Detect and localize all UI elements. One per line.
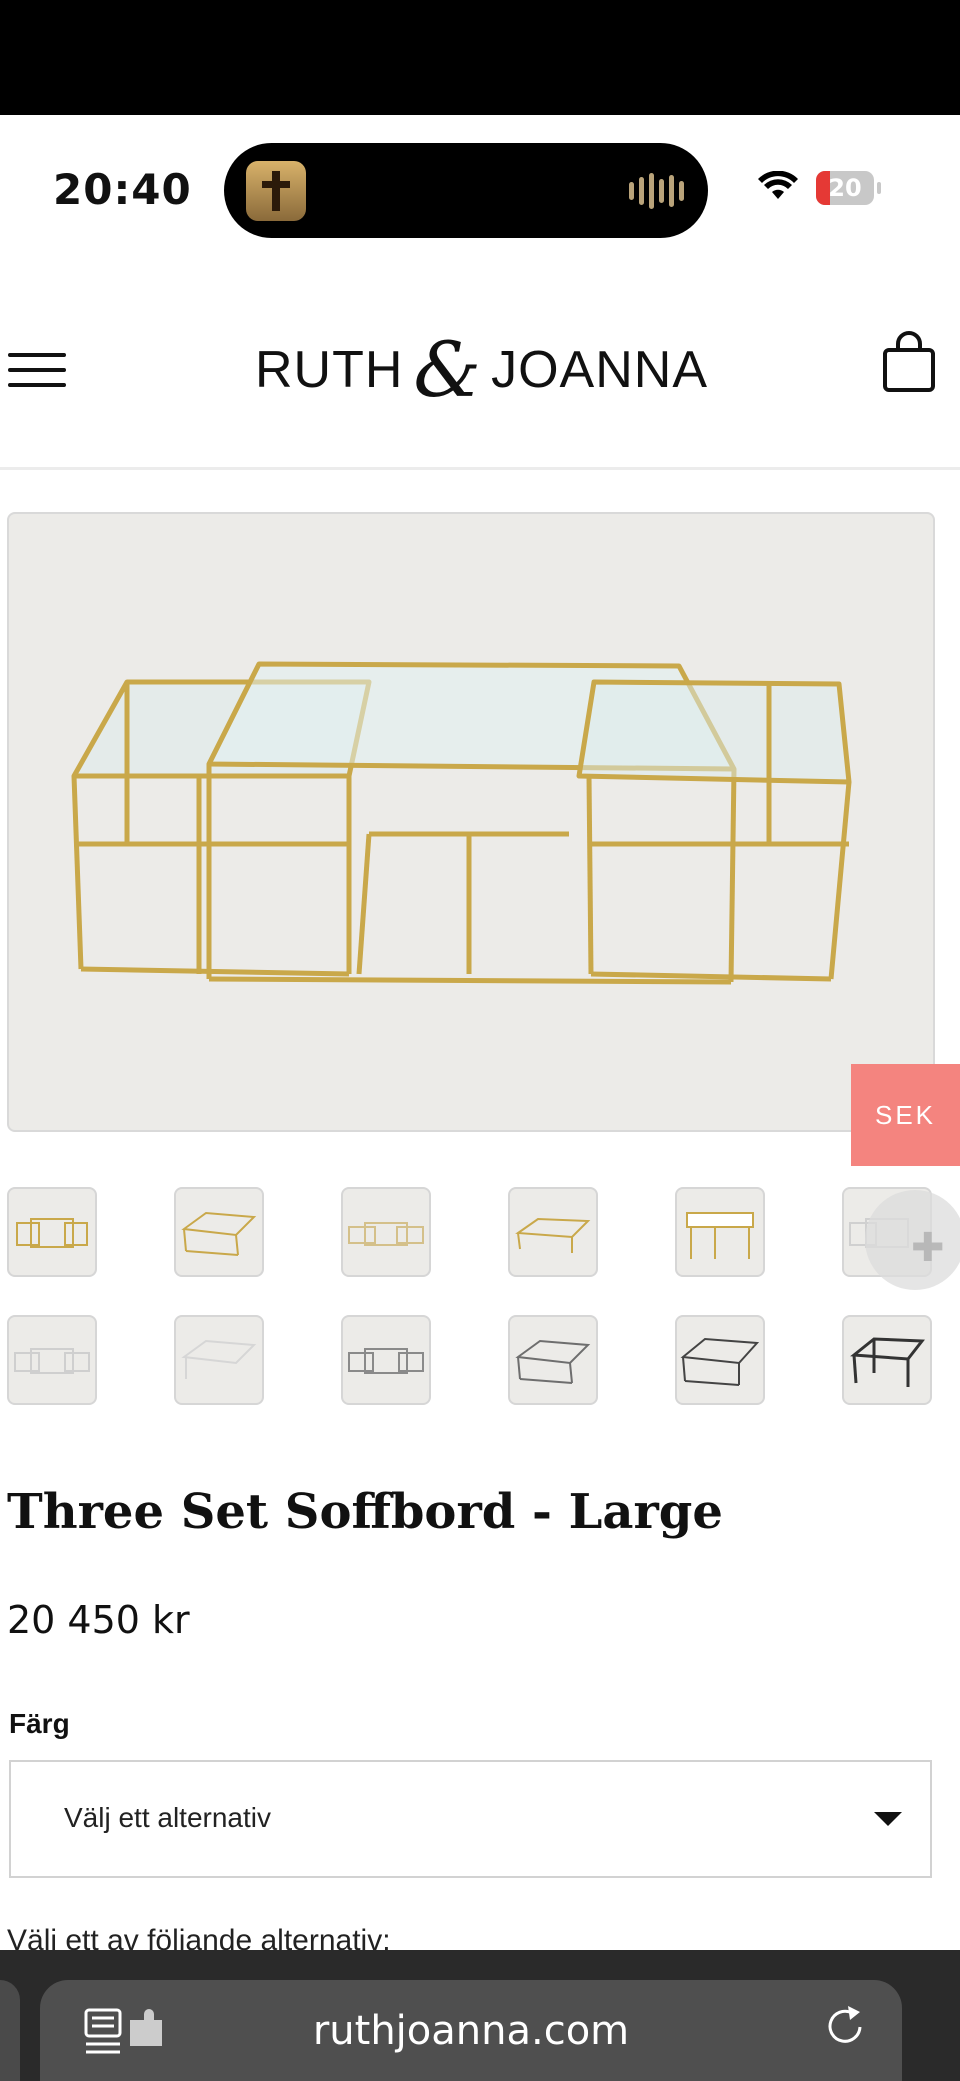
nesting-tables-illustration	[71, 661, 852, 985]
logo-word-right: JOANNA	[491, 341, 708, 399]
thumbnail-gold-3[interactable]	[341, 1187, 431, 1277]
color-select[interactable]: Välj ett alternativ	[9, 1760, 932, 1878]
shopping-bag-icon[interactable]	[882, 330, 936, 394]
menu-icon[interactable]	[8, 349, 68, 391]
thumbnail-gold-2[interactable]	[174, 1187, 264, 1277]
thumbnail-row-2	[7, 1315, 942, 1405]
thumbnail-gold-4[interactable]	[508, 1187, 598, 1277]
site-header: RUTH & JOANNA	[0, 265, 960, 470]
thumbnail-silver-3[interactable]	[174, 1315, 264, 1405]
logo-word-left: RUTH	[255, 341, 404, 399]
product-price: 20 450 kr	[7, 1598, 190, 1642]
thumbnail-row-1	[7, 1187, 942, 1277]
thumbnail-black-1[interactable]	[675, 1315, 765, 1405]
floating-plus-button[interactable]: ✚	[865, 1190, 960, 1290]
plus-icon: ✚	[911, 1226, 945, 1270]
color-field-label: Färg	[9, 1708, 70, 1739]
audio-waveform-icon	[629, 173, 684, 209]
address-bar[interactable]: ruthjoanna.com	[40, 1980, 902, 2081]
product-title: Three Set Soffbord - Large	[7, 1484, 723, 1540]
thumbnail-silver-2[interactable]	[7, 1315, 97, 1405]
site-logo[interactable]: RUTH & JOANNA	[255, 325, 708, 415]
previous-tab-edge[interactable]	[0, 1980, 20, 2081]
now-playing-app-icon	[246, 161, 306, 221]
status-time: 20:40	[53, 165, 192, 214]
logo-ampersand: &	[413, 325, 482, 414]
reload-icon[interactable]	[822, 2004, 868, 2050]
thumbnail-chrome-2[interactable]	[508, 1315, 598, 1405]
dynamic-island[interactable]	[224, 143, 708, 238]
battery-tip	[877, 182, 881, 194]
thumbnail-black-2[interactable]	[842, 1315, 932, 1405]
color-select-value: Välj ett alternativ	[64, 1802, 271, 1833]
top-black-bar	[0, 0, 960, 115]
thumbnail-chrome-1[interactable]	[341, 1315, 431, 1405]
browser-toolbar: ruthjoanna.com	[0, 1950, 960, 2081]
product-main-image[interactable]	[7, 512, 935, 1132]
thumbnail-gold-5[interactable]	[675, 1187, 765, 1277]
status-bar: 20:40 20	[0, 115, 960, 265]
currency-switcher-button[interactable]: SEK	[851, 1064, 960, 1166]
chevron-down-icon	[874, 1812, 902, 1826]
battery-icon: 20	[816, 171, 874, 205]
wifi-icon	[758, 171, 798, 199]
thumbnail-gold-1[interactable]	[7, 1187, 97, 1277]
url-text: ruthjoanna.com	[312, 2008, 630, 2054]
battery-level: 20	[828, 174, 862, 202]
